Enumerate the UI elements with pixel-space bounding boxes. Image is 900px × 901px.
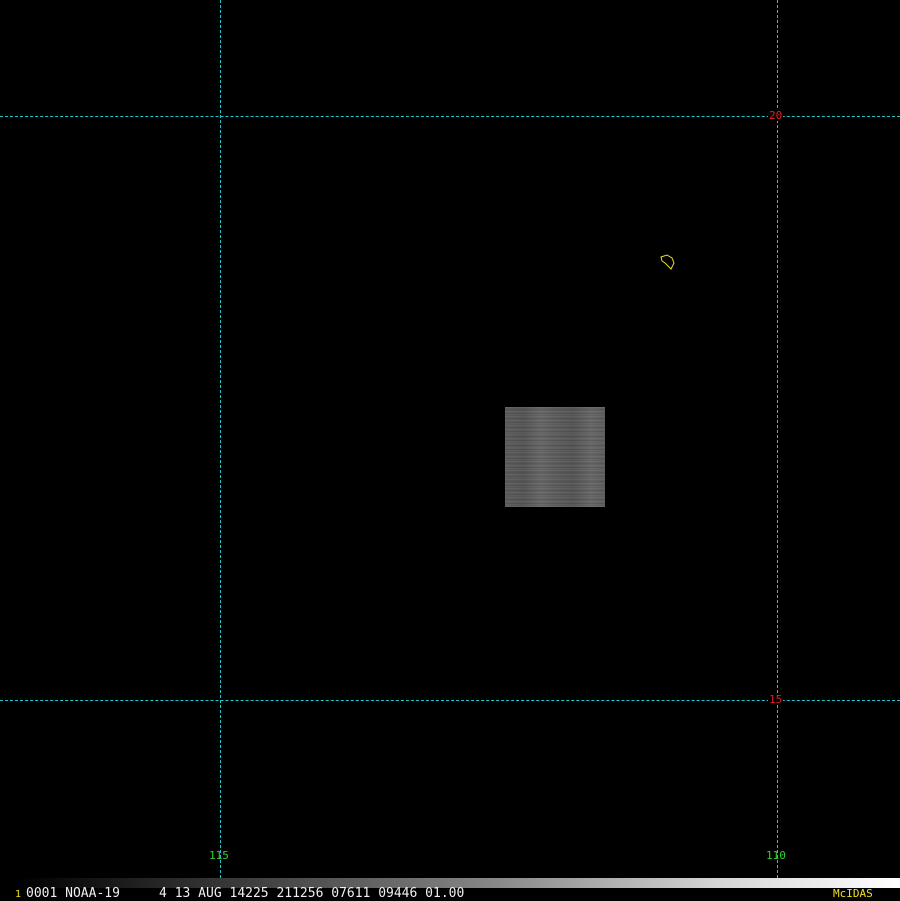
satellite-image-patch: [505, 407, 605, 507]
longitude-label-110: 110: [766, 849, 786, 862]
longitude-label-115: 115: [209, 849, 229, 862]
map-viewport: 20 15 115 110: [0, 0, 900, 900]
island-coastline: [660, 254, 675, 270]
frame-number: 1: [15, 889, 22, 900]
longitude-line-115: [220, 0, 221, 878]
longitude-line-110: [777, 0, 778, 878]
mcidas-logo-text: McIDAS: [833, 887, 873, 900]
status-bar: 1 0001 NOAA-19 4 13 AUG 14225 211256 076…: [0, 878, 900, 900]
latitude-line-20: [0, 116, 900, 117]
latitude-line-15: [0, 700, 900, 701]
image-info-text: 0001 NOAA-19 4 13 AUG 14225 211256 07611…: [26, 886, 465, 901]
latitude-label-15: 15: [768, 693, 784, 706]
latitude-label-20: 20: [768, 109, 784, 122]
